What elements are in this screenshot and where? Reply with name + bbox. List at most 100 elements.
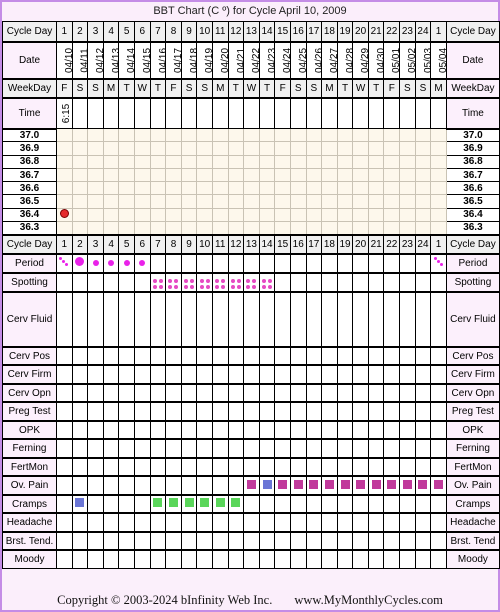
ferning-cell[interactable]	[321, 438, 338, 459]
cerv-opn-cell[interactable]	[56, 382, 73, 403]
temp-cell[interactable]	[258, 167, 276, 183]
period-cell[interactable]	[56, 252, 73, 274]
cerv-opn-cell[interactable]	[211, 382, 229, 403]
temp-cell[interactable]	[211, 167, 229, 183]
ferning-cell[interactable]	[165, 438, 182, 459]
preg-test-cell[interactable]	[118, 401, 135, 422]
temp-cell[interactable]	[367, 207, 385, 223]
preg-test-cell[interactable]	[149, 401, 167, 422]
opk-cell[interactable]	[274, 419, 291, 440]
temp-cell[interactable]	[149, 194, 167, 209]
moody-cell[interactable]	[274, 549, 291, 570]
brst-tend-cell[interactable]	[367, 530, 385, 551]
temp-cell[interactable]	[165, 154, 182, 169]
preg-test-cell[interactable]	[336, 401, 354, 422]
cerv-opn-cell[interactable]	[102, 382, 120, 403]
period-cell[interactable]	[133, 252, 151, 274]
headache-cell[interactable]	[289, 512, 307, 533]
temp-cell[interactable]	[430, 221, 447, 236]
ov-pain-cell[interactable]	[87, 475, 104, 496]
time-cell[interactable]	[102, 96, 120, 129]
temp-cell[interactable]	[305, 207, 323, 223]
temp-cell[interactable]	[321, 221, 338, 236]
cramps-cell[interactable]	[289, 493, 307, 514]
cerv-pos-cell[interactable]	[274, 345, 291, 366]
cerv-opn-cell[interactable]	[305, 382, 323, 403]
temp-cell[interactable]	[383, 181, 401, 196]
ferning-cell[interactable]	[367, 438, 385, 459]
fertmon-cell[interactable]	[336, 456, 354, 477]
ferning-cell[interactable]	[383, 438, 401, 459]
temp-cell[interactable]	[180, 167, 198, 183]
cramps-cell[interactable]	[383, 493, 401, 514]
cerv-opn-cell[interactable]	[165, 382, 182, 403]
fertmon-cell[interactable]	[56, 456, 73, 477]
temp-cell[interactable]	[383, 167, 401, 183]
temp-cell[interactable]	[274, 167, 291, 183]
brst-tend-cell[interactable]	[305, 530, 323, 551]
brst-tend-cell[interactable]	[414, 530, 432, 551]
cerv-fluid-cell[interactable]	[56, 290, 73, 348]
temp-cell[interactable]	[305, 221, 323, 236]
temp-cell[interactable]	[399, 127, 416, 143]
temp-cell[interactable]	[321, 167, 338, 183]
temp-cell[interactable]	[305, 181, 323, 196]
temp-cell[interactable]	[118, 167, 135, 183]
cerv-fluid-cell[interactable]	[367, 290, 385, 348]
temp-cell[interactable]	[305, 194, 323, 209]
ov-pain-cell[interactable]	[180, 475, 198, 496]
cramps-cell[interactable]	[274, 493, 291, 514]
temp-cell[interactable]	[133, 207, 151, 223]
temp-cell[interactable]	[352, 167, 369, 183]
spotting-cell[interactable]	[211, 271, 229, 293]
time-cell[interactable]	[383, 96, 401, 129]
cerv-fluid-cell[interactable]	[289, 290, 307, 348]
temp-cell[interactable]	[321, 127, 338, 143]
temp-cell[interactable]	[367, 167, 385, 183]
opk-cell[interactable]	[87, 419, 104, 440]
cerv-fluid-cell[interactable]	[211, 290, 229, 348]
temp-cell[interactable]	[367, 181, 385, 196]
fertmon-cell[interactable]	[243, 456, 260, 477]
temp-cell[interactable]	[56, 181, 73, 196]
temp-cell[interactable]	[336, 207, 354, 223]
ov-pain-cell[interactable]	[211, 475, 229, 496]
temp-cell[interactable]	[352, 154, 369, 169]
temp-cell[interactable]	[383, 141, 401, 156]
temp-cell[interactable]	[367, 154, 385, 169]
cerv-fluid-cell[interactable]	[102, 290, 120, 348]
temp-cell[interactable]	[87, 167, 104, 183]
temp-cell[interactable]	[336, 194, 354, 209]
opk-cell[interactable]	[430, 419, 447, 440]
temp-cell[interactable]	[430, 154, 447, 169]
preg-test-cell[interactable]	[430, 401, 447, 422]
brst-tend-cell[interactable]	[399, 530, 416, 551]
period-cell[interactable]	[180, 252, 198, 274]
opk-cell[interactable]	[149, 419, 167, 440]
moody-cell[interactable]	[180, 549, 198, 570]
temp-cell[interactable]	[399, 167, 416, 183]
time-cell[interactable]	[258, 96, 276, 129]
temp-cell[interactable]	[149, 167, 167, 183]
cerv-pos-cell[interactable]	[196, 345, 213, 366]
cerv-firm-cell[interactable]	[87, 364, 104, 385]
temp-cell[interactable]	[399, 141, 416, 156]
brst-tend-cell[interactable]	[196, 530, 213, 551]
cerv-fluid-cell[interactable]	[165, 290, 182, 348]
moody-cell[interactable]	[305, 549, 323, 570]
ferning-cell[interactable]	[227, 438, 245, 459]
ov-pain-cell[interactable]	[352, 475, 369, 496]
fertmon-cell[interactable]	[118, 456, 135, 477]
cerv-firm-cell[interactable]	[321, 364, 338, 385]
temp-cell[interactable]	[87, 194, 104, 209]
temp-cell[interactable]	[305, 167, 323, 183]
spotting-cell[interactable]	[399, 271, 416, 293]
headache-cell[interactable]	[87, 512, 104, 533]
temp-cell[interactable]	[211, 194, 229, 209]
opk-cell[interactable]	[71, 419, 89, 440]
temp-cell[interactable]	[180, 154, 198, 169]
temp-cell[interactable]	[430, 181, 447, 196]
temp-cell[interactable]	[118, 181, 135, 196]
cerv-pos-cell[interactable]	[87, 345, 104, 366]
ferning-cell[interactable]	[87, 438, 104, 459]
